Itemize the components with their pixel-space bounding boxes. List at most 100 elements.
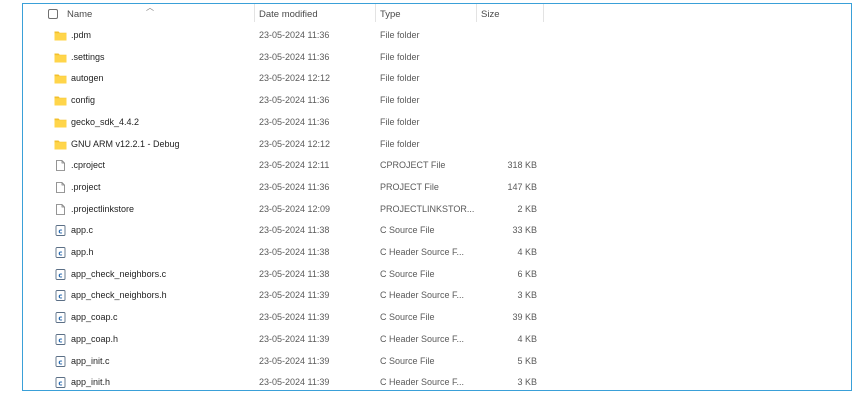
file-row[interactable]: c app_init.c 23-05-2024 11:39 C Source File… [23, 351, 851, 373]
file-type: CPROJECT File [380, 160, 446, 171]
file-date-modified: 23-05-2024 11:36 [259, 30, 330, 40]
file-name: .project [71, 181, 101, 192]
select-all-checkbox[interactable] [48, 9, 58, 19]
svg-text:c: c [58, 379, 62, 387]
file-date-modified: 23-05-2024 11:38 [259, 268, 330, 279]
file-size: 39 KB [512, 312, 537, 323]
file-type: C Header Source F... [380, 247, 465, 257]
sort-ascending-icon: ︿ [146, 3, 154, 12]
file-name: .pdm [71, 30, 92, 40]
svg-text:c: c [58, 336, 62, 344]
file-name: app.c [71, 225, 94, 236]
file-size: 4 KB [517, 247, 537, 257]
c-header-icon: c [54, 333, 67, 345]
file-date-modified: 23-05-2024 12:11 [259, 160, 330, 171]
file-row[interactable]: c app.c 23-05-2024 11:38 C Source File 33 KB [23, 220, 851, 242]
file-row[interactable]: .pdm 23-05-2024 11:36 File folder [23, 25, 851, 47]
file-icon [54, 160, 67, 172]
c-source-icon: c [54, 225, 67, 237]
file-type: File folder [380, 51, 420, 62]
file-row[interactable]: c app_check_neighbors.c 23-05-2024 11:38 C … [23, 264, 851, 286]
column-header-date-modified[interactable]: Date modified [259, 4, 318, 26]
column-header-size[interactable]: Size [481, 4, 499, 26]
file-type: PROJECTLINKSTOR... [380, 203, 475, 214]
file-row[interactable]: .project 23-05-2024 11:36 PROJECT File 147 … [23, 177, 851, 199]
file-date-modified: 23-05-2024 11:36 [259, 95, 330, 106]
file-row[interactable]: gecko_sdk_4.4.2 23-05-2024 11:36 File fold… [23, 112, 851, 134]
file-date-modified: 23-05-2024 11:36 [259, 51, 330, 62]
svg-text:c: c [58, 314, 62, 322]
file-name: app_init.c [71, 355, 110, 366]
file-row[interactable]: c app_coap.h 23-05-2024 11:39 C Header Sour… [23, 329, 851, 351]
column-divider[interactable] [543, 4, 544, 22]
file-date-modified: 23-05-2024 11:39 [259, 312, 330, 323]
file-row[interactable]: config 23-05-2024 11:36 File folder [23, 90, 851, 112]
file-date-modified: 23-05-2024 12:12 [259, 73, 331, 84]
file-type: File folder [380, 116, 420, 127]
file-size: 2 KB [517, 203, 537, 214]
file-type: File folder [380, 73, 420, 84]
file-row[interactable]: .settings 23-05-2024 11:36 File folder [23, 47, 851, 69]
file-row[interactable]: c app_coap.c 23-05-2024 11:39 C Source File… [23, 307, 851, 329]
file-type: File folder [380, 95, 420, 106]
file-row[interactable]: GNU ARM v12.2.1 - Debug 23-05-2024 12:12 F… [23, 134, 851, 156]
file-type: File folder [380, 30, 420, 40]
file-row[interactable]: c app.h 23-05-2024 11:38 C Header Source F.… [23, 242, 851, 264]
c-source-icon: c [54, 312, 67, 324]
file-name: .settings [71, 51, 105, 62]
file-type: C Source File [380, 225, 435, 236]
file-name: app_check_neighbors.c [71, 268, 167, 279]
file-type: C Source File [380, 312, 435, 323]
file-icon [54, 203, 67, 215]
folder-icon [54, 30, 67, 41]
file-row[interactable]: .cproject 23-05-2024 12:11 CPROJECT File 31… [23, 155, 851, 177]
folder-icon [54, 73, 67, 84]
file-name: app_coap.c [71, 312, 118, 323]
file-date-modified: 23-05-2024 12:12 [259, 138, 331, 149]
column-divider[interactable] [375, 4, 376, 22]
file-size: 3 KB [517, 377, 537, 388]
c-source-icon: c [54, 268, 67, 280]
file-size: 4 KB [517, 333, 537, 344]
column-header-name[interactable]: Name [67, 4, 92, 26]
file-date-modified: 23-05-2024 11:36 [259, 116, 330, 127]
file-date-modified: 23-05-2024 11:39 [259, 377, 330, 388]
file-type: C Header Source F... [380, 333, 465, 344]
file-date-modified: 23-05-2024 11:36 [259, 181, 330, 192]
file-size: 3 KB [517, 290, 537, 301]
c-header-icon: c [54, 247, 67, 258]
file-date-modified: 23-05-2024 11:39 [259, 333, 330, 344]
file-name: .cproject [71, 160, 106, 171]
file-row[interactable]: autogen 23-05-2024 12:12 File folder [23, 68, 851, 90]
column-divider[interactable] [254, 4, 255, 22]
file-row[interactable]: c app_check_neighbors.h 23-05-2024 11:39 C … [23, 285, 851, 307]
file-row[interactable]: c app_init.h 23-05-2024 11:39 C Header Sour… [23, 372, 851, 390]
folder-icon [54, 139, 67, 150]
file-date-modified: 23-05-2024 12:09 [259, 203, 331, 214]
file-explorer-list: ︿ Name Date modified Type Size .pdm 23-05… [22, 3, 852, 391]
folder-icon [54, 52, 67, 63]
c-header-icon: c [54, 377, 67, 389]
folder-icon [54, 117, 67, 128]
c-source-icon: c [54, 355, 67, 367]
svg-text:c: c [58, 249, 62, 257]
file-date-modified: 23-05-2024 11:39 [259, 290, 330, 301]
file-size: 5 KB [517, 355, 537, 366]
file-type: C Source File [380, 355, 435, 366]
file-name: GNU ARM v12.2.1 - Debug [71, 138, 180, 149]
file-name: app_init.h [71, 377, 111, 388]
column-header-row: ︿ Name Date modified Type Size [23, 4, 851, 26]
file-name: app_check_neighbors.h [71, 290, 167, 301]
column-header-type[interactable]: Type [380, 4, 401, 26]
svg-text:c: c [58, 358, 62, 366]
file-icon [54, 181, 67, 193]
column-divider[interactable] [476, 4, 477, 22]
file-date-modified: 23-05-2024 11:39 [259, 355, 330, 366]
file-name: autogen [71, 73, 104, 84]
folder-icon [54, 95, 67, 106]
file-size: 33 KB [512, 225, 537, 236]
file-size: 147 KB [507, 181, 537, 192]
file-row[interactable]: .projectlinkstore 23-05-2024 12:09 PROJECT… [23, 199, 851, 221]
file-name: config [71, 95, 96, 106]
file-type: C Header Source F... [380, 377, 465, 388]
